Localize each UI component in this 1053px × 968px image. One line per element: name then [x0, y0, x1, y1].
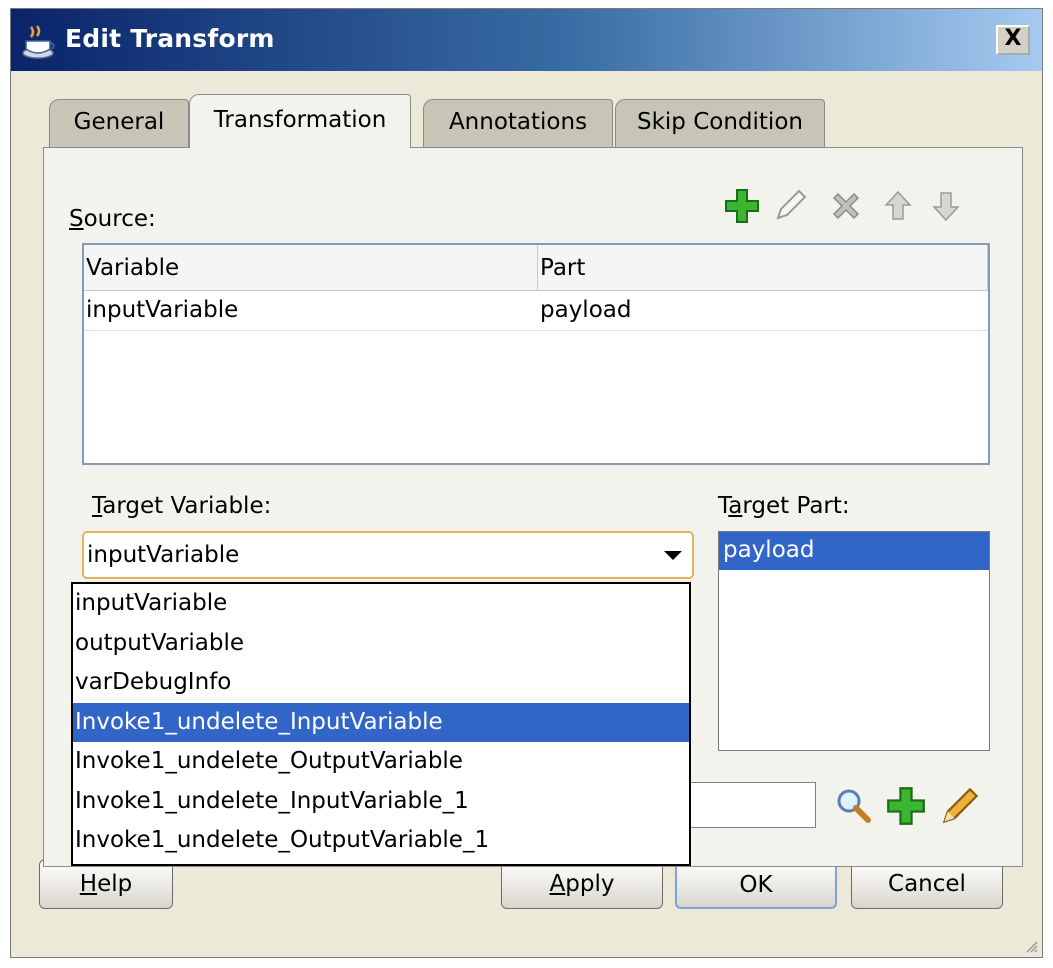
chevron-down-icon[interactable]	[664, 551, 682, 560]
target-variable-label: Target Variable:	[92, 493, 272, 519]
delete-icon[interactable]	[828, 188, 864, 224]
target-part-list[interactable]: payload	[718, 531, 990, 751]
tab-label: Annotations	[448, 109, 588, 135]
coffee-cup-icon	[22, 25, 55, 59]
edit-icon[interactable]	[772, 188, 808, 224]
tab-general[interactable]: General	[49, 99, 189, 147]
target-variable-select[interactable]: inputVariable	[82, 531, 694, 579]
mapper-file-field[interactable]	[684, 782, 816, 828]
dropdown-option[interactable]: Invoke1_undelete_OutputVariable_1	[73, 821, 689, 861]
column-header-variable[interactable]: Variable	[84, 245, 538, 291]
dropdown-option[interactable]: varDebugInfo	[73, 663, 689, 703]
tab-skip-condition[interactable]: Skip Condition	[615, 99, 825, 147]
column-header-part[interactable]: Part	[538, 245, 988, 291]
move-up-icon[interactable]	[880, 188, 916, 224]
add-icon[interactable]	[724, 188, 760, 224]
source-table[interactable]: Variable Part inputVariable payload	[82, 243, 990, 465]
selected-value: inputVariable	[87, 542, 240, 568]
list-item[interactable]: payload	[719, 532, 989, 570]
target-variable-dropdown[interactable]: inputVariable outputVariable varDebugInf…	[71, 582, 691, 866]
edit-icon[interactable]	[940, 786, 980, 826]
source-label: Source:	[69, 206, 156, 232]
table-cell-variable[interactable]: inputVariable	[84, 291, 538, 331]
tab-annotations[interactable]: Annotations	[423, 99, 613, 147]
dropdown-option-highlighted[interactable]: Invoke1_undelete_InputVariable	[73, 702, 689, 742]
edit-transform-dialog: Edit Transform X General Transformation …	[10, 8, 1043, 958]
window-title: Edit Transform	[65, 24, 275, 53]
tab-label: Transformation	[213, 107, 387, 133]
add-icon[interactable]	[886, 786, 926, 826]
tab-transformation[interactable]: Transformation	[189, 94, 411, 148]
tab-label: General	[73, 109, 165, 135]
close-button[interactable]: X	[996, 25, 1030, 55]
dropdown-option[interactable]: Invoke1_undelete_OutputVariable	[73, 742, 689, 782]
title-bar[interactable]: Edit Transform X	[11, 9, 1042, 71]
dropdown-option[interactable]: Invoke1_undelete_InputVariable_1	[73, 782, 689, 822]
dropdown-option[interactable]: outputVariable	[73, 624, 689, 664]
tab-label: Skip Condition	[637, 109, 803, 135]
table-cell-part[interactable]: payload	[538, 291, 988, 331]
move-down-icon[interactable]	[928, 188, 964, 224]
dropdown-option[interactable]: inputVariable	[73, 584, 689, 624]
resize-grip-icon[interactable]	[1022, 937, 1038, 953]
target-part-label: Target Part:	[718, 493, 850, 519]
search-icon[interactable]	[834, 786, 874, 826]
